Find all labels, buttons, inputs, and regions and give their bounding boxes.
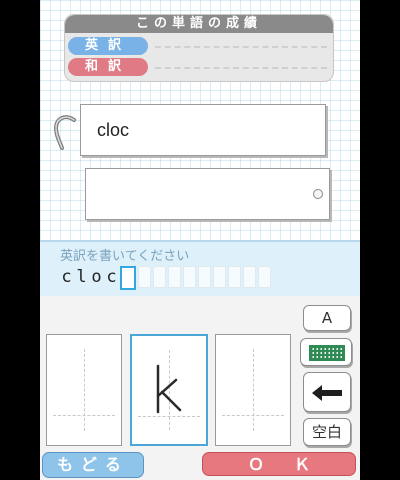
answer-letter: c: [61, 267, 72, 287]
guide-line: [53, 415, 115, 416]
handwriting-box-active[interactable]: [130, 334, 208, 446]
back-button[interactable]: もどる: [42, 452, 144, 478]
empty-slot: [213, 266, 226, 288]
guide-line: [253, 349, 254, 431]
top-screen: この単語の成績 英訳 和訳 cloc: [40, 0, 360, 240]
input-cursor[interactable]: [120, 266, 136, 290]
guide-line: [222, 415, 284, 416]
word-card-back: [85, 168, 330, 220]
japanese-score-track: [155, 67, 327, 69]
backspace-button[interactable]: [303, 372, 351, 412]
empty-slot: [138, 266, 151, 288]
letter-mode-button[interactable]: A: [303, 305, 351, 331]
binder-ring-icon: [53, 115, 76, 150]
japanese-translation-label: 和訳: [68, 58, 148, 76]
keyboard-button[interactable]: [300, 338, 352, 366]
handwriting-letter: [156, 364, 182, 414]
answer-letter: o: [91, 267, 102, 287]
word-card-front: cloc: [80, 104, 326, 156]
ds-screens: この単語の成績 英訳 和訳 cloc 英訳を書いてください c l o c A …: [40, 0, 360, 480]
answer-letter: c: [106, 267, 117, 287]
answer-field[interactable]: c l o c: [60, 266, 273, 290]
empty-slot: [168, 266, 181, 288]
empty-slot: [228, 266, 241, 288]
prompt-text: 英訳を書いてください: [60, 249, 190, 264]
handwriting-box[interactable]: [46, 334, 122, 446]
english-score-track: [155, 46, 327, 48]
english-translation-label: 英訳: [68, 37, 148, 55]
empty-slot: [183, 266, 196, 288]
empty-slot: [198, 266, 211, 288]
backspace-arrow-icon: [312, 384, 342, 401]
card-hole: [313, 189, 323, 199]
stats-panel-title: この単語の成績: [65, 15, 333, 33]
space-button[interactable]: 空白: [303, 418, 351, 446]
empty-slot: [153, 266, 166, 288]
empty-slot: [258, 266, 271, 288]
empty-slot: [243, 266, 256, 288]
guide-line: [84, 349, 85, 431]
handwriting-box[interactable]: [215, 334, 291, 446]
word-stats-panel: この単語の成績 英訳 和訳: [64, 14, 334, 82]
answer-letter: l: [76, 267, 87, 287]
ok-button[interactable]: ＯＫ: [202, 452, 356, 476]
word-card-front-text: cloc: [97, 120, 130, 140]
keyboard-icon: [309, 345, 345, 361]
